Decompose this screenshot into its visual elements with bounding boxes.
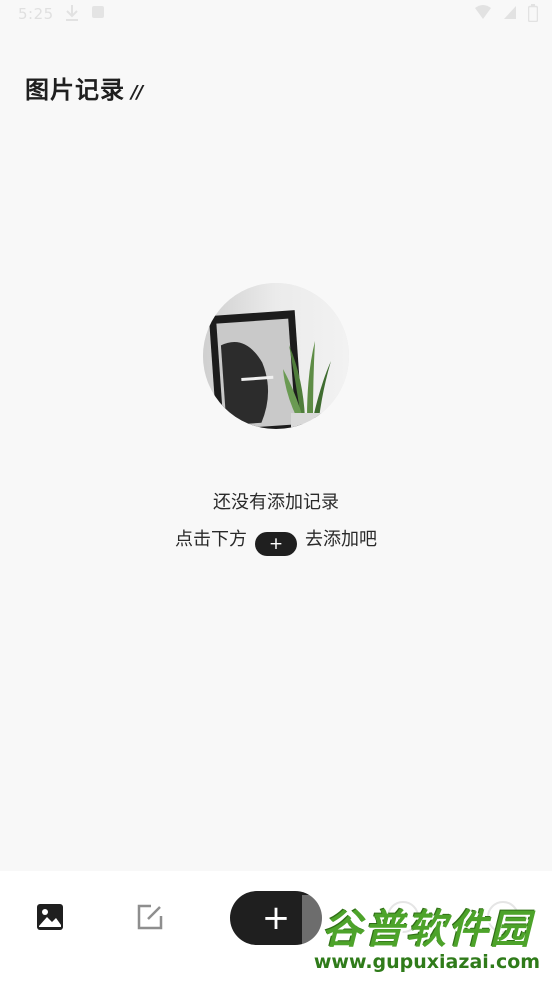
watermark-title: 谷普软件园 (322, 907, 532, 953)
inline-plus-badge: + (255, 532, 297, 556)
wifi-icon (475, 5, 492, 19)
empty-state-title: 还没有添加记录 (213, 492, 339, 513)
edit-icon[interactable] (136, 903, 164, 935)
battery-icon (528, 4, 538, 22)
hint-text-before: 点击下方 (175, 529, 247, 550)
watermark-url: www.gupuxiazai.com (313, 951, 541, 973)
empty-illustration (203, 283, 349, 429)
page-title-text: 图片记录 (25, 76, 125, 104)
page-title: 图片记录 // (25, 70, 143, 105)
status-icons (468, 4, 538, 22)
hint-text-after: 去添加吧 (305, 529, 377, 550)
signal-icon (504, 6, 517, 19)
watermark: 谷普软件园 www.gupuxiazai.com (302, 895, 552, 981)
status-bar: 5:25 (0, 0, 552, 30)
notification-icon (92, 6, 104, 18)
status-time: 5:25 (18, 5, 54, 23)
title-decoration: // (131, 82, 143, 103)
gallery-icon[interactable] (36, 903, 64, 935)
download-icon (64, 4, 80, 26)
empty-state-hint: 点击下方 + 去添加吧 (0, 525, 552, 556)
